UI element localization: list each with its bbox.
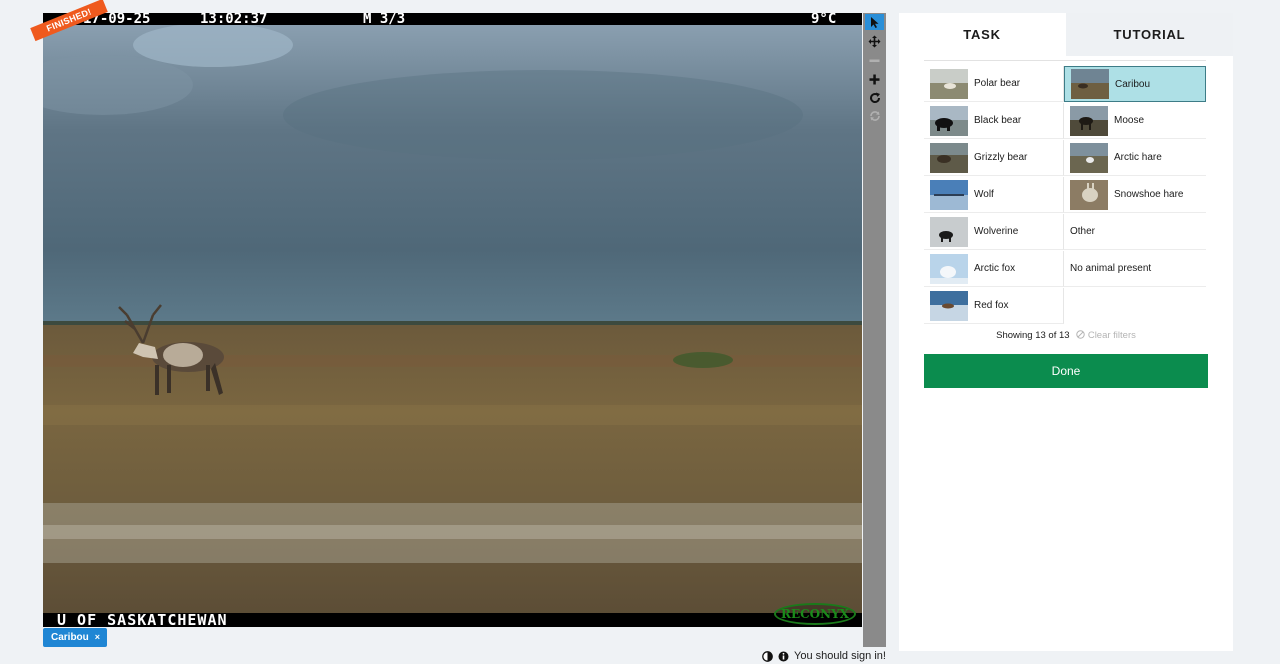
- tab-tutorial[interactable]: TUTORIAL: [1066, 13, 1233, 56]
- chip-label: Caribou: [51, 632, 89, 643]
- plus-icon: [869, 74, 880, 84]
- choice-no-animal-present[interactable]: No animal present: [1064, 251, 1206, 287]
- zoom-out-tool[interactable]: [865, 52, 884, 68]
- zoom-in-tool[interactable]: [865, 71, 884, 87]
- tundra-scene: [43, 25, 862, 615]
- choice-wolf[interactable]: Wolf: [924, 177, 1064, 213]
- wolf-thumbnail: [930, 179, 968, 210]
- camera-info-bar: 17-09-25 13:02:37 M 3/3 9°C: [43, 13, 862, 36]
- moose-thumbnail: [1070, 105, 1108, 136]
- species-choice-grid: Polar bear Black bear Grizzly bear Wolf …: [924, 60, 1206, 324]
- reset-icon: [869, 111, 880, 121]
- filter-status: Showing 13 of 13 Clear filters: [899, 330, 1233, 341]
- choice-label: Grizzly bear: [974, 152, 1028, 163]
- rotate-icon: [869, 92, 880, 104]
- choice-caribou[interactable]: Caribou: [1064, 66, 1206, 102]
- ban-icon: [1076, 330, 1085, 339]
- camera-credit: U OF SASKATCHEWAN: [57, 611, 228, 628]
- polar-bear-thumbnail: [930, 68, 968, 99]
- choice-label: Caribou: [1115, 78, 1151, 90]
- choice-label: Red fox: [974, 300, 1009, 311]
- reset-tool[interactable]: [865, 108, 884, 124]
- tab-task[interactable]: TASK: [899, 13, 1065, 56]
- choice-label: Snowshoe hare: [1114, 189, 1184, 200]
- choice-label: Arctic hare: [1114, 152, 1162, 163]
- choice-arctic-fox[interactable]: Arctic fox: [924, 251, 1064, 287]
- minus-icon: [869, 59, 880, 62]
- choice-label: Moose: [1114, 115, 1145, 126]
- wolverine-thumbnail: [930, 216, 968, 247]
- rotate-tool[interactable]: [865, 90, 884, 106]
- clear-filters-button[interactable]: Clear filters: [1076, 330, 1136, 341]
- task-panel: TASK TUTORIAL Polar bear Black bear Griz…: [899, 13, 1233, 651]
- choice-label: Wolf: [974, 189, 994, 200]
- choice-label: Black bear: [974, 115, 1022, 126]
- camera-footer-bar: U OF SASKATCHEWAN: [43, 613, 862, 627]
- pan-tool[interactable]: [865, 33, 884, 49]
- showing-count: Showing 13 of 13: [996, 330, 1070, 341]
- choice-black-bear[interactable]: Black bear: [924, 103, 1064, 139]
- red-fox-thumbnail: [930, 290, 968, 321]
- choice-moose[interactable]: Moose: [1064, 103, 1206, 139]
- caribou-thumbnail: [1071, 69, 1109, 99]
- choice-red-fox[interactable]: Red fox: [924, 288, 1064, 324]
- black-bear-thumbnail: [930, 105, 968, 136]
- camera-frame: M 3/3: [363, 13, 406, 27]
- choice-grizzly-bear[interactable]: Grizzly bear: [924, 140, 1064, 176]
- image-toolbar: [863, 13, 886, 647]
- arctic-hare-thumbnail: [1070, 142, 1108, 173]
- cursor-arrow-icon: [870, 16, 878, 28]
- subject-image[interactable]: 17-09-25 13:02:37 M 3/3 9°C U OF SASKATC…: [43, 13, 862, 627]
- chip-remove-icon[interactable]: ×: [95, 628, 100, 647]
- choice-wolverine[interactable]: Wolverine: [924, 214, 1064, 250]
- signin-text: You should sign in!: [794, 650, 886, 662]
- choice-snowshoe-hare[interactable]: Snowshoe hare: [1064, 177, 1206, 213]
- camera-brand-logo: RECONYX: [774, 603, 856, 625]
- snowshoe-hare-thumbnail: [1070, 179, 1108, 210]
- choice-polar-bear[interactable]: Polar bear: [924, 66, 1064, 102]
- annotation-chip-caribou[interactable]: Caribou ×: [43, 628, 108, 647]
- choice-label: Other: [1070, 226, 1096, 237]
- task-tabs: TASK TUTORIAL: [899, 13, 1233, 56]
- move-arrows-icon: [868, 35, 881, 47]
- clear-filters-label: Clear filters: [1087, 330, 1136, 341]
- info-icon[interactable]: [778, 651, 789, 662]
- done-button[interactable]: Done: [924, 354, 1208, 388]
- camera-time: 13:02:37: [200, 13, 268, 27]
- choice-label: Wolverine: [974, 226, 1019, 237]
- contrast-icon[interactable]: [762, 650, 773, 662]
- signin-hint: You should sign in!: [762, 650, 886, 662]
- choice-label: Polar bear: [974, 78, 1021, 89]
- choice-label: No animal present: [1070, 263, 1152, 274]
- arctic-fox-thumbnail: [930, 253, 968, 284]
- pointer-tool[interactable]: [865, 14, 884, 30]
- choice-other[interactable]: Other: [1064, 214, 1206, 250]
- choice-arctic-hare[interactable]: Arctic hare: [1064, 140, 1206, 176]
- grizzly-bear-thumbnail: [930, 142, 968, 173]
- choice-label: Arctic fox: [974, 263, 1016, 274]
- camera-temperature: 9°C: [811, 13, 837, 27]
